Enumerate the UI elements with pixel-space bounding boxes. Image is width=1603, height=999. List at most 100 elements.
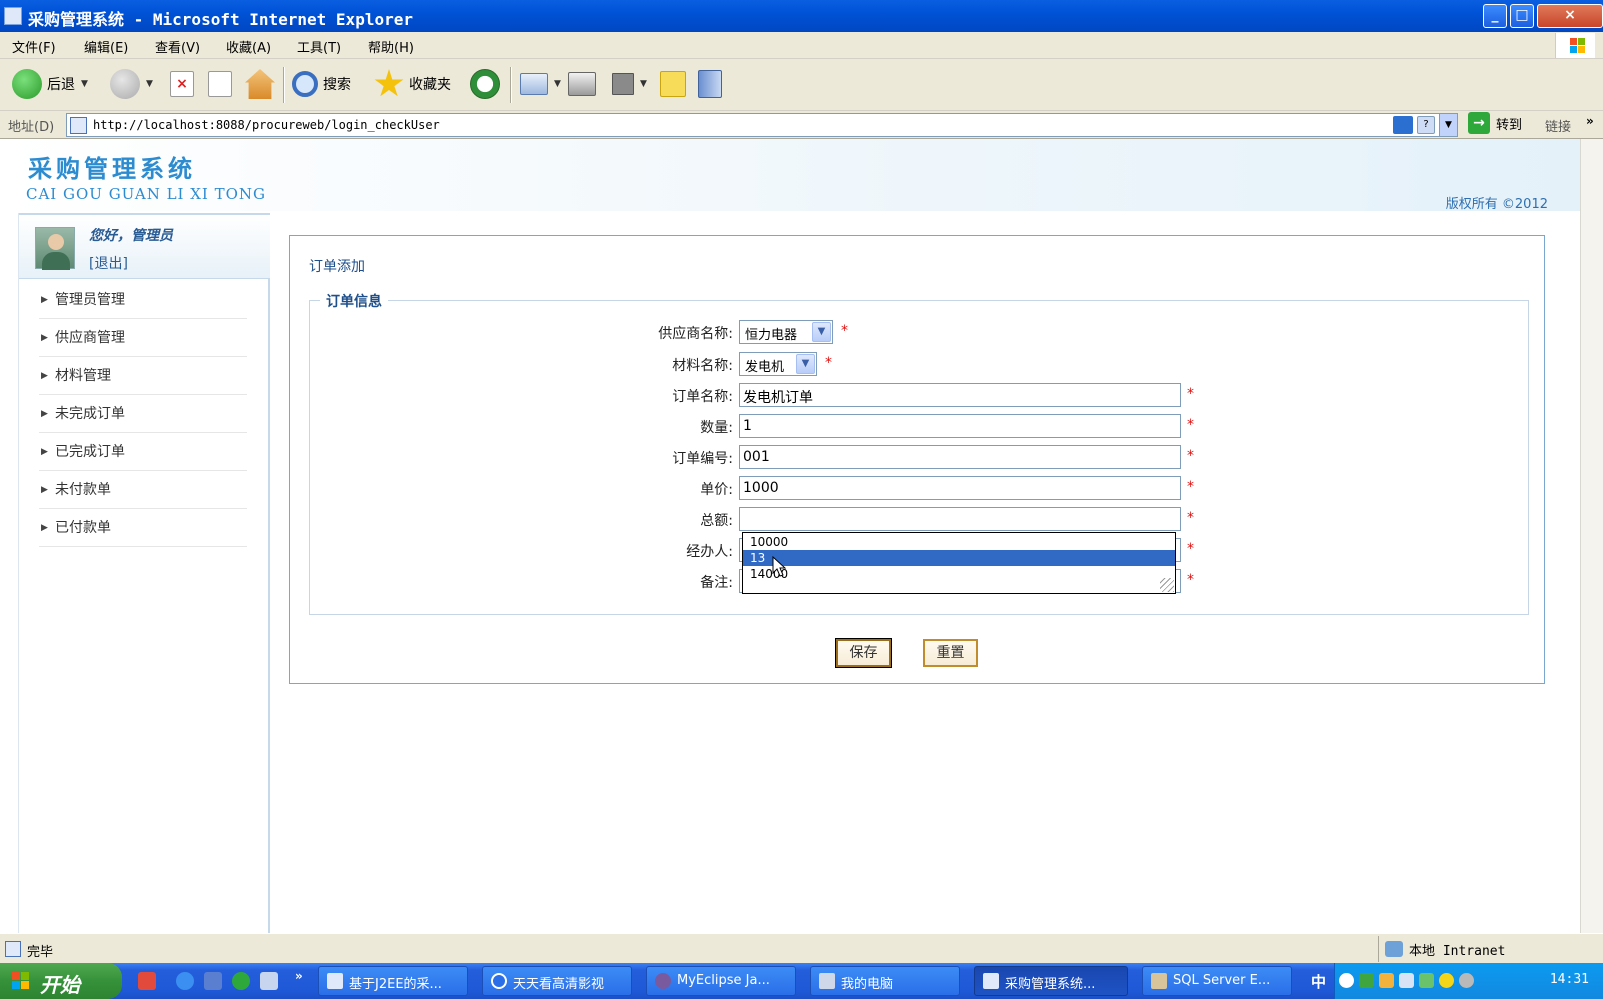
minimize-button[interactable]: _ <box>1483 4 1507 28</box>
taskbar-item-sqlserver[interactable]: SQL Server E... <box>1142 966 1292 996</box>
home-button[interactable] <box>245 67 275 101</box>
system-pinyin: CAI GOU GUAN LI XI TONG <box>26 185 267 203</box>
research-button[interactable] <box>698 67 722 101</box>
autocomplete-option[interactable]: 14000 <box>743 566 1175 582</box>
edit-button[interactable]: ▼ <box>612 67 647 101</box>
tray-volume-icon[interactable] <box>1459 973 1474 988</box>
required-mark: * <box>825 355 832 371</box>
forward-button[interactable]: ▼ <box>110 67 153 101</box>
go-button[interactable]: → 转到 <box>1468 112 1522 134</box>
maximize-button[interactable]: □ <box>1510 4 1534 28</box>
tray-user-icon[interactable] <box>1379 973 1394 988</box>
menu-file[interactable]: 文件(F) <box>12 37 56 56</box>
sidebar-item-paid[interactable]: ▶ 已付款单 <box>39 511 247 547</box>
tray-shield-icon[interactable] <box>1359 973 1374 988</box>
save-button[interactable]: 保存 <box>835 638 892 668</box>
tray-network-icon[interactable] <box>1399 973 1414 988</box>
stop-button[interactable]: × <box>170 67 194 101</box>
sidebar-item-pending-orders[interactable]: ▶ 未完成订单 <box>39 397 247 433</box>
required-mark: * <box>1187 572 1194 588</box>
quicklaunch-explorer-icon[interactable] <box>260 972 278 990</box>
tray-plus-icon[interactable] <box>1439 973 1454 988</box>
home-icon <box>245 69 275 99</box>
total-row: 总额: * <box>310 507 1530 533</box>
sidebar-item-label: 已完成订单 <box>55 444 125 460</box>
history-icon <box>470 69 500 99</box>
logout-link[interactable]: [退出] <box>89 253 128 273</box>
tray-arrow-icon[interactable] <box>1339 973 1354 988</box>
taskbar-item-myeclipse[interactable]: MyEclipse Ja... <box>646 966 796 996</box>
quicklaunch-desktop-icon[interactable] <box>204 972 222 990</box>
windows-flag-icon <box>12 972 30 990</box>
required-mark: * <box>1187 541 1194 557</box>
start-button[interactable]: 开始 <box>0 963 122 999</box>
order-form: 订单信息 供应商名称: 恒力电器 ▼ * 材料名称: 发电机 ▼ * 订单名称: <box>309 291 1530 615</box>
favorites-button[interactable]: 收藏夹 <box>374 67 451 101</box>
print-button[interactable] <box>568 67 596 101</box>
back-arrow-icon <box>12 69 42 99</box>
back-button[interactable]: 后退 ▼ <box>12 67 88 101</box>
tray-signal-icon[interactable] <box>1419 973 1434 988</box>
sidebar-item-material[interactable]: ▶ 材料管理 <box>39 359 247 395</box>
taskbar-item-my-computer[interactable]: 我的电脑 <box>810 966 960 996</box>
eclipse-icon <box>655 973 671 989</box>
order-no-input[interactable]: 001 <box>739 445 1181 469</box>
resize-grip-icon[interactable] <box>1160 578 1174 592</box>
sidebar-item-unpaid[interactable]: ▶ 未付款单 <box>39 473 247 509</box>
taskbar-item-label: 我的电脑 <box>841 977 894 992</box>
help-icon[interactable]: ? <box>1417 116 1435 134</box>
search-button[interactable]: 搜索 <box>292 67 351 101</box>
chevron-down-icon[interactable]: ▼ <box>796 354 815 374</box>
taskbar-item-video[interactable]: 天天看高清影视 <box>482 966 632 996</box>
order-name-input[interactable]: 发电机订单 <box>739 383 1181 407</box>
chevron-down-icon[interactable]: ▼ <box>812 322 831 342</box>
autocomplete-option-selected[interactable]: 13 <box>743 550 1175 566</box>
edit-dropdown-icon[interactable]: ▼ <box>640 79 647 89</box>
quicklaunch-media-icon[interactable] <box>232 972 250 990</box>
discuss-button[interactable] <box>660 67 686 101</box>
page-header: 采购管理系统 CAI GOU GUAN LI XI TONG 版权所有 ©201… <box>0 139 1580 212</box>
back-dropdown-icon[interactable]: ▼ <box>81 79 88 89</box>
material-select[interactable]: 发电机 ▼ <box>739 352 817 376</box>
supplier-select[interactable]: 恒力电器 ▼ <box>739 320 833 344</box>
mail-dropdown-icon[interactable]: ▼ <box>554 79 561 89</box>
quicklaunch-ie-icon[interactable] <box>176 972 194 990</box>
autocomplete-dropdown: 10000 13 14000 <box>742 532 1176 594</box>
forward-dropdown-icon[interactable]: ▼ <box>146 79 153 89</box>
reset-button[interactable]: 重置 <box>923 639 978 667</box>
taskbar-item-word[interactable]: 基于J2EE的采... <box>318 966 468 996</box>
chevron-right-icon[interactable]: » <box>1586 114 1594 128</box>
sidebar-item-label: 管理员管理 <box>55 292 125 308</box>
compat-icon[interactable] <box>1393 116 1413 134</box>
links-button[interactable]: 链接 <box>1545 116 1571 135</box>
required-mark: * <box>1187 386 1194 402</box>
quicklaunch-app-icon[interactable] <box>138 972 156 990</box>
history-button[interactable] <box>470 67 500 101</box>
main-panel: 订单添加 订单信息 供应商名称: 恒力电器 ▼ * 材料名称: 发电机 ▼ * <box>289 235 1545 684</box>
menu-help[interactable]: 帮助(H) <box>368 37 414 56</box>
close-button[interactable]: × <box>1537 4 1603 28</box>
required-mark: * <box>1187 510 1194 526</box>
taskbar-item-procure[interactable]: 采购管理系统... <box>974 966 1128 996</box>
unit-price-input[interactable]: 1000 <box>739 476 1181 500</box>
required-mark: * <box>841 323 848 339</box>
menu-tools[interactable]: 工具(T) <box>297 37 341 56</box>
sidebar-item-supplier[interactable]: ▶ 供应商管理 <box>39 321 247 357</box>
chevron-right-icon[interactable]: » <box>295 969 303 983</box>
autocomplete-option[interactable]: 10000 <box>743 534 1175 550</box>
menu-favorites[interactable]: 收藏(A) <box>226 37 271 56</box>
address-dropdown-icon[interactable]: ▼ <box>1439 114 1457 136</box>
menu-view[interactable]: 查看(V) <box>155 37 200 56</box>
sidebar-item-completed-orders[interactable]: ▶ 已完成订单 <box>39 435 247 471</box>
refresh-button[interactable] <box>208 67 232 101</box>
vertical-scrollbar[interactable] <box>1580 139 1603 933</box>
total-label: 总额: <box>700 513 733 529</box>
quantity-input[interactable]: 1 <box>739 414 1181 438</box>
menu-edit[interactable]: 编辑(E) <box>84 37 128 56</box>
supplier-label: 供应商名称: <box>658 326 733 342</box>
sidebar-item-admin[interactable]: ▶ 管理员管理 <box>39 283 247 319</box>
total-input[interactable] <box>739 507 1181 531</box>
mail-button[interactable]: ▼ <box>520 67 561 101</box>
ime-indicator[interactable]: 中 <box>1311 971 1326 992</box>
address-input[interactable]: http://localhost:8088/procureweb/login_c… <box>66 113 1458 137</box>
